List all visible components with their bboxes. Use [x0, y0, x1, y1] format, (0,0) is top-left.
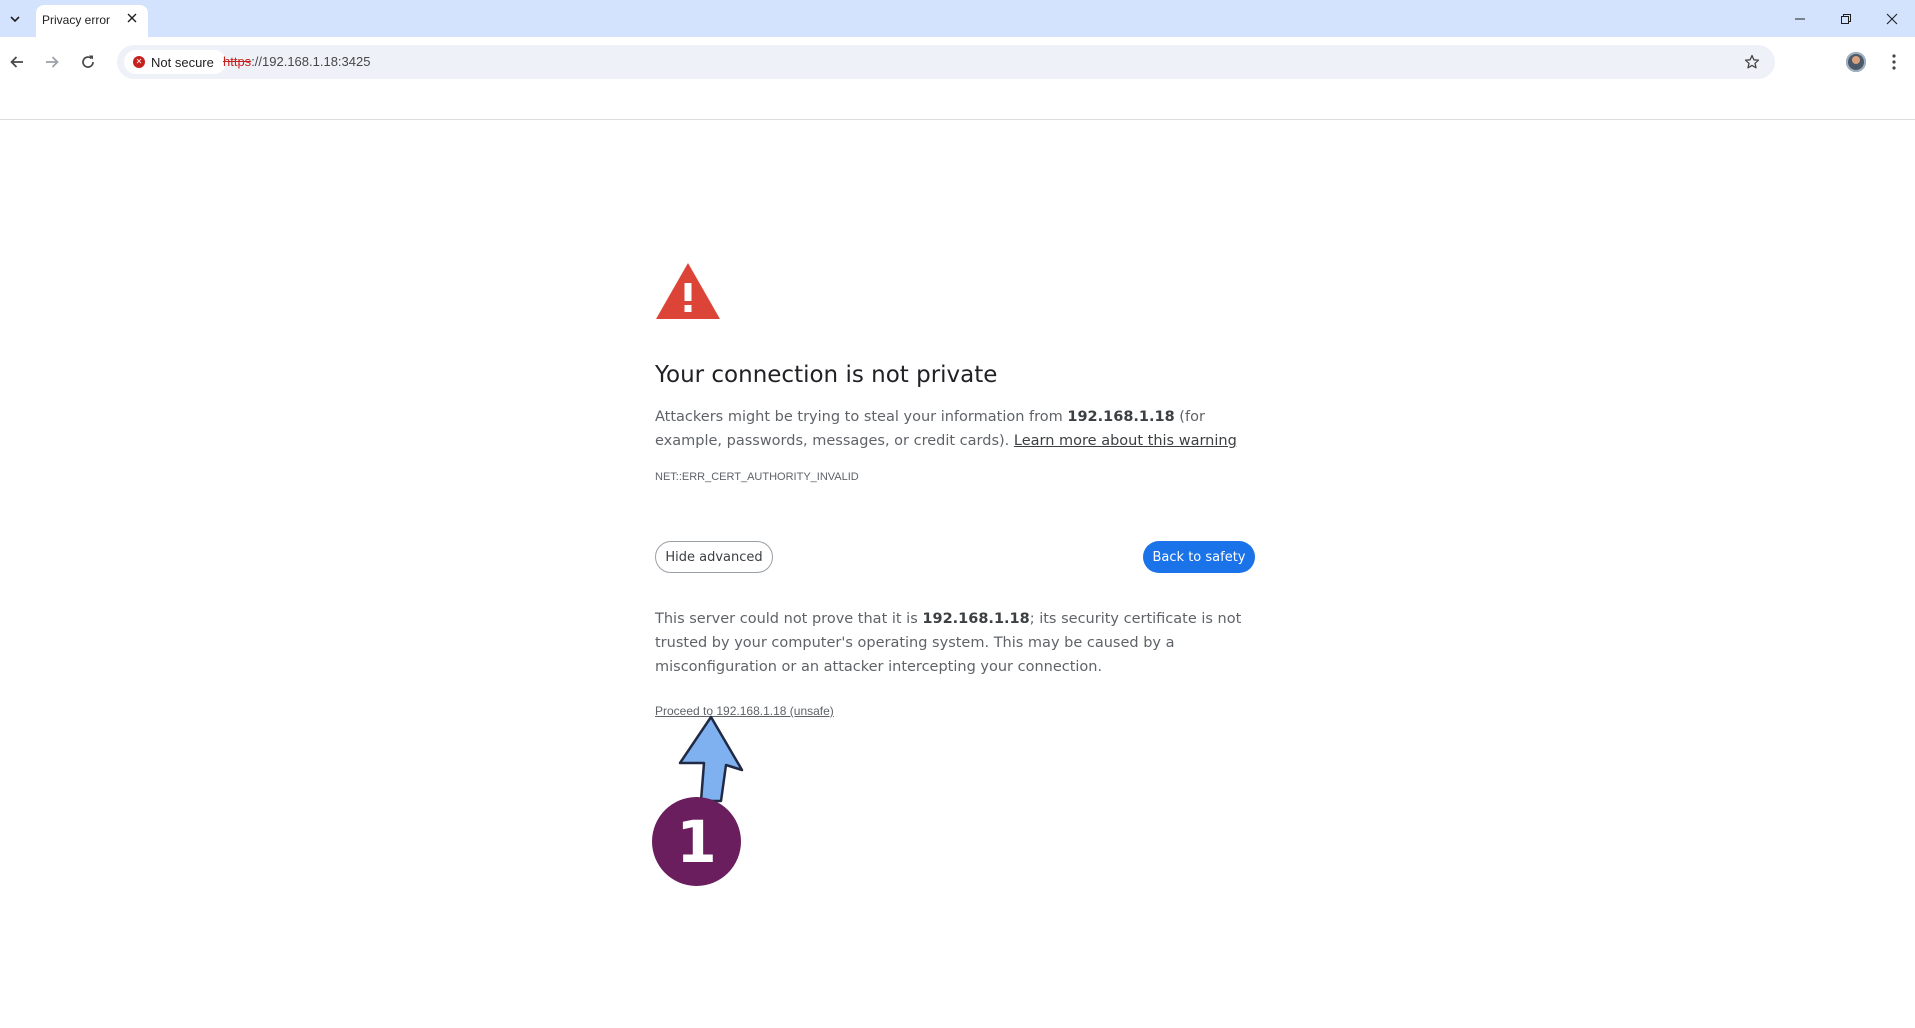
browser-menu-button[interactable]: [1882, 50, 1906, 74]
reload-icon: [82, 55, 94, 68]
star-icon: [1744, 54, 1760, 69]
minimize-icon: [1795, 18, 1805, 19]
close-icon: [1886, 13, 1898, 24]
back-button[interactable]: [3, 48, 31, 76]
browser-toolbar: ✕ Not secure https://192.168.1.18:3425: [0, 37, 1915, 120]
tab-close-button[interactable]: [124, 10, 140, 26]
url-scheme: https: [223, 54, 252, 69]
minimize-button[interactable]: [1777, 0, 1823, 37]
warning-triangle-icon: [656, 263, 720, 319]
tab-search-button[interactable]: [5, 8, 25, 30]
close-icon: [127, 13, 137, 23]
kebab-menu-icon: [1892, 54, 1896, 70]
profile-avatar[interactable]: [1846, 52, 1866, 72]
tab-privacy-error[interactable]: Privacy error: [36, 5, 148, 37]
page-title: Your connection is not private: [655, 362, 998, 388]
details-host: 192.168.1.18: [922, 611, 1030, 627]
forward-button[interactable]: [38, 48, 66, 76]
bookmark-button[interactable]: [1741, 51, 1763, 73]
advanced-details: This server could not prove that it is 1…: [655, 607, 1255, 679]
forward-arrow-icon: [46, 56, 59, 68]
restore-button[interactable]: [1823, 0, 1869, 37]
warning-summary: Attackers might be trying to steal your …: [655, 405, 1255, 453]
reload-button[interactable]: [74, 48, 102, 76]
step-number-badge: 1: [652, 797, 741, 886]
restore-icon: [1841, 13, 1851, 24]
url-text[interactable]: https://192.168.1.18:3425: [223, 54, 370, 69]
back-arrow-icon: [10, 56, 23, 68]
security-chip[interactable]: ✕ Not secure: [124, 50, 226, 74]
not-secure-icon: ✕: [133, 56, 145, 68]
chevron-down-icon: [10, 16, 20, 23]
address-bar[interactable]: ✕ Not secure https://192.168.1.18:3425: [117, 45, 1775, 79]
back-to-safety-button[interactable]: Back to safety: [1143, 541, 1255, 573]
error-code: NET::ERR_CERT_AUTHORITY_INVALID: [655, 471, 859, 483]
security-chip-label: Not secure: [151, 55, 214, 70]
details-text-start: This server could not prove that it is: [655, 611, 923, 627]
close-window-button[interactable]: [1869, 0, 1915, 37]
pointer-arrow-icon: [678, 715, 744, 803]
summary-host: 192.168.1.18: [1067, 409, 1175, 425]
learn-more-link[interactable]: Learn more about this warning: [1014, 433, 1237, 449]
tab-title: Privacy error: [42, 13, 111, 27]
summary-text-start: Attackers might be trying to steal your …: [655, 409, 1068, 425]
url-host: ://192.168.1.18:3425: [251, 54, 371, 69]
hide-advanced-button[interactable]: Hide advanced: [655, 541, 773, 573]
tab-strip: Privacy error: [0, 0, 1915, 37]
